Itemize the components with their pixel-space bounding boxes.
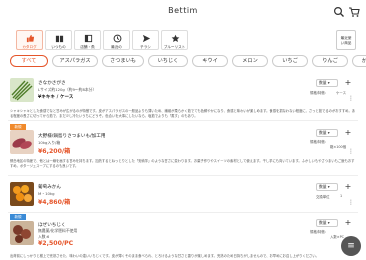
chip-citrus[interactable]: かんきつ xyxy=(352,55,366,67)
tab-label: チラシ xyxy=(140,44,151,49)
chip-all[interactable]: すべて xyxy=(10,55,48,67)
quantity-label: 数量 xyxy=(319,80,327,85)
product-description: シャキシャキとした食感でなと甘みが広がるのが特徴です。皮がアスパラガスの一般品よ… xyxy=(10,109,356,118)
divider xyxy=(8,212,358,213)
book-icon xyxy=(55,35,64,43)
quantity-select[interactable]: 数量 ▾ xyxy=(316,79,338,87)
more-icon[interactable]: ⋮ xyxy=(348,148,354,155)
recent-items-button[interactable]: 最近使 い商品 xyxy=(336,30,356,50)
add-button[interactable]: + xyxy=(342,218,354,228)
recent-items-line2: い商品 xyxy=(340,41,352,45)
spec-value: 入数×PC xyxy=(330,235,345,239)
spec-value: 箱×100個 xyxy=(330,145,347,149)
new-badge: 新規 xyxy=(10,214,26,220)
chip-strawberry[interactable]: いちご xyxy=(272,55,308,67)
chip-asparagus[interactable]: アスパラガス xyxy=(52,55,98,67)
product-name[interactable]: さなかさがさ xyxy=(38,80,66,86)
spec-value: ケース xyxy=(336,91,347,95)
product-price: ¥2,500/PC xyxy=(38,240,74,247)
tab-label: 店舗・魚 xyxy=(80,44,95,49)
spec-value: 1 xyxy=(340,194,343,198)
more-icon[interactable]: ⋮ xyxy=(348,95,354,102)
spec-label: 規格/特徴： xyxy=(310,230,329,234)
divider xyxy=(8,120,358,121)
app-header: Bettim xyxy=(0,0,366,26)
tab-label: いつもの xyxy=(51,44,66,49)
add-button[interactable]: + xyxy=(342,182,354,192)
product-image xyxy=(10,78,34,102)
tab-recent[interactable]: 最近の xyxy=(103,30,130,50)
star-icon xyxy=(171,34,180,43)
history-icon xyxy=(113,34,122,43)
thumbs-up-icon xyxy=(26,34,35,43)
menu-fab[interactable]: ≡ xyxy=(341,236,361,256)
chip-kiwi[interactable]: キウイ xyxy=(192,55,228,67)
product-description: 鍋島地区の特産で、他とは一線を画する甘みを持ちます。加熱するとねっとりとした「安… xyxy=(10,159,355,168)
quantity-label: 数量 xyxy=(319,130,327,135)
tab-catalog[interactable]: カタログ xyxy=(16,30,43,50)
product-price: ¥6,200/箱 xyxy=(38,148,71,155)
product-description: 出荷前にしっかりと樹上で完熟させた、味わいの濃いいちじくです。皮が薄くそのまま食… xyxy=(10,254,319,258)
receipt-icon xyxy=(84,34,93,43)
quantity-select[interactable]: 数量 ▾ xyxy=(316,219,338,227)
tab-usual[interactable]: いつもの xyxy=(45,30,72,50)
tab-flyer[interactable]: チラシ xyxy=(132,30,159,50)
tab-label: ブルーリスト xyxy=(163,44,186,49)
cart-icon[interactable] xyxy=(348,6,360,18)
quantity-select[interactable]: 数量 ▾ xyxy=(316,129,338,137)
chip-apple[interactable]: りんご xyxy=(312,55,348,67)
product-image xyxy=(10,182,34,206)
product-name[interactable]: 葡萄みかん xyxy=(38,184,61,190)
quantity-label: 数量 xyxy=(319,220,327,225)
product-image xyxy=(10,221,34,245)
tab-store[interactable]: 店舗・魚 xyxy=(74,30,101,50)
send-icon xyxy=(142,34,151,43)
product-price: ¥4,860/箱 xyxy=(38,199,71,206)
more-icon[interactable]: ⋮ xyxy=(348,199,354,206)
chip-sweet-potato[interactable]: さつまいも xyxy=(102,55,144,67)
product-spec: Lサイズ約120g（約9〜約8本分） xyxy=(38,87,97,92)
add-button[interactable]: + xyxy=(342,78,354,88)
spec-label: 交換単位 xyxy=(316,195,330,199)
product-price: ¥キキキ / ケース xyxy=(38,95,74,100)
product-name[interactable]: 大野様/鍋島りさつまいも/加工用 xyxy=(38,133,105,139)
spec-label: 規格/特徴： xyxy=(310,140,329,144)
tab-bluelist[interactable]: ブルーリスト xyxy=(161,30,188,50)
quantity-select[interactable]: 数量 ▾ xyxy=(316,183,338,191)
tab-label: カタログ xyxy=(22,44,37,49)
product-image xyxy=(10,130,34,154)
spec-label: 規格/特徴： xyxy=(310,91,329,95)
tab-label: 最近の xyxy=(111,44,122,49)
category-chips: すべて アスパラガス さつまいも いちじく キウイ メロン いちご りんご かん… xyxy=(10,55,366,68)
chip-melon[interactable]: メロン xyxy=(232,55,268,67)
divider xyxy=(8,175,358,176)
search-icon[interactable] xyxy=(333,6,345,18)
quantity-label: 数量 xyxy=(319,184,327,189)
app-title: Bettim xyxy=(168,6,198,15)
add-button[interactable]: + xyxy=(342,128,354,138)
chip-fig[interactable]: いちじく xyxy=(148,55,188,67)
